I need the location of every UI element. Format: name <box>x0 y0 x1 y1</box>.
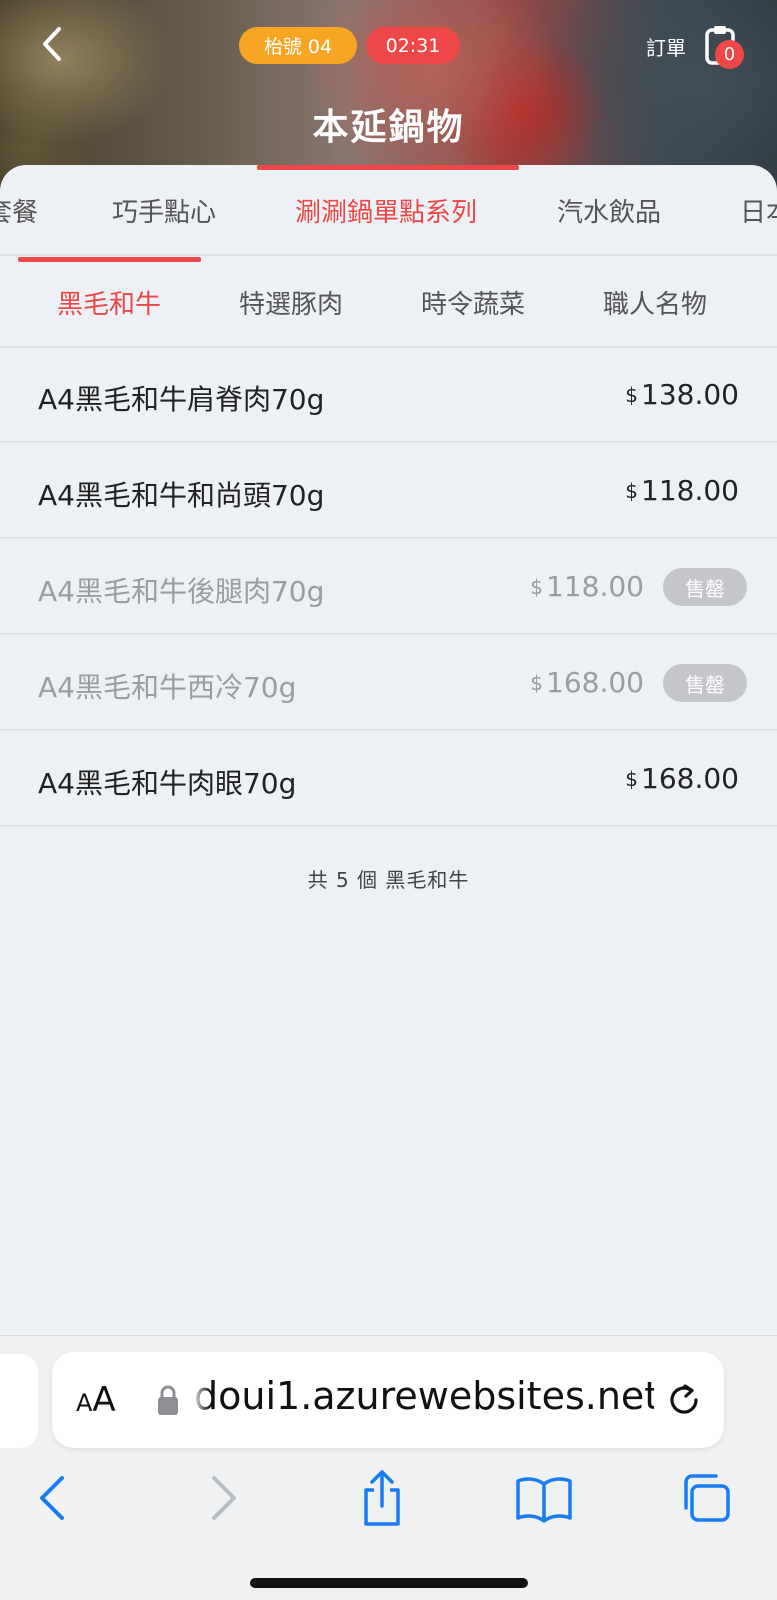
menu-item-row-sold-out: A4黑毛和牛西冷70g $168.00 售罄 <box>0 636 777 731</box>
browser-back-icon[interactable] <box>24 1468 84 1528</box>
back-button[interactable] <box>30 22 74 66</box>
item-price: $168.00 <box>625 762 739 795</box>
order-count-badge: 0 <box>715 40 744 69</box>
menu-item-row[interactable]: A4黑毛和牛肉眼70g $168.00 <box>0 732 777 827</box>
item-name: A4黑毛和牛後腿肉70g <box>38 575 325 608</box>
category-tabs: 套餐 巧手點心 涮涮鍋單點系列 汽水飲品 日本 <box>0 170 777 256</box>
subtab-specialties[interactable]: 職人名物 <box>603 284 707 321</box>
menu-item-row-sold-out: A4黑毛和牛後腿肉70g $118.00 售罄 <box>0 540 777 635</box>
tab-japanese[interactable]: 日本 <box>740 192 777 229</box>
previous-tab-card[interactable] <box>0 1354 38 1448</box>
bookmarks-icon[interactable] <box>514 1468 574 1528</box>
store-title: 本延鍋物 <box>312 107 465 148</box>
orders-link[interactable]: 訂單 <box>646 32 686 61</box>
item-price: $168.00 <box>530 666 644 699</box>
lock-icon <box>158 1385 178 1415</box>
item-count-text: 共 5 個 黑毛和牛 <box>307 868 470 892</box>
menu-item-row[interactable]: A4黑毛和牛和尚頭70g $118.00 <box>0 444 777 539</box>
share-icon[interactable] <box>352 1468 412 1528</box>
divider <box>0 254 777 256</box>
subtab-vegetables[interactable]: 時令蔬菜 <box>421 284 525 321</box>
url-text: doui1.azurewebsites.net <box>194 1374 654 1418</box>
browser-bottom-bar: AA doui1.azurewebsites.net <box>0 1335 777 1600</box>
item-name: A4黑毛和牛肉眼70g <box>38 767 297 800</box>
item-price: $118.00 <box>530 570 644 603</box>
tabs-icon[interactable] <box>676 1468 736 1528</box>
tab-dim-sum[interactable]: 巧手點心 <box>112 192 216 229</box>
tab-soft-drinks[interactable]: 汽水飲品 <box>557 192 661 229</box>
subtab-wagyu[interactable]: 黑毛和牛 <box>57 284 161 321</box>
item-price: $138.00 <box>625 378 739 411</box>
table-number-badge: 枱號 04 <box>239 27 357 64</box>
menu-item-row[interactable]: A4黑毛和牛肩脊肉70g $138.00 <box>0 348 777 443</box>
browser-forward-icon[interactable] <box>192 1468 252 1528</box>
sold-out-badge: 售罄 <box>663 568 747 606</box>
sold-out-badge: 售罄 <box>663 664 747 702</box>
item-name: A4黑毛和牛肩脊肉70g <box>38 383 325 416</box>
subtab-pork[interactable]: 特選豚肉 <box>239 284 343 321</box>
tab-shabu-a-la-carte[interactable]: 涮涮鍋單點系列 <box>295 192 477 229</box>
text-size-button[interactable]: AA <box>76 1380 116 1420</box>
address-bar[interactable]: AA doui1.azurewebsites.net <box>52 1352 724 1448</box>
item-price: $118.00 <box>625 474 739 507</box>
subcategory-tab-indicator <box>18 257 201 262</box>
item-name: A4黑毛和牛和尚頭70g <box>38 479 325 512</box>
chevron-left-icon <box>43 27 61 61</box>
item-name: A4黑毛和牛西冷70g <box>38 671 297 704</box>
timer-badge: 02:31 <box>366 27 460 64</box>
url-fade <box>192 1372 210 1428</box>
tab-set-meal[interactable]: 套餐 <box>0 192 38 229</box>
home-indicator <box>250 1578 528 1588</box>
reload-icon[interactable] <box>662 1378 706 1422</box>
